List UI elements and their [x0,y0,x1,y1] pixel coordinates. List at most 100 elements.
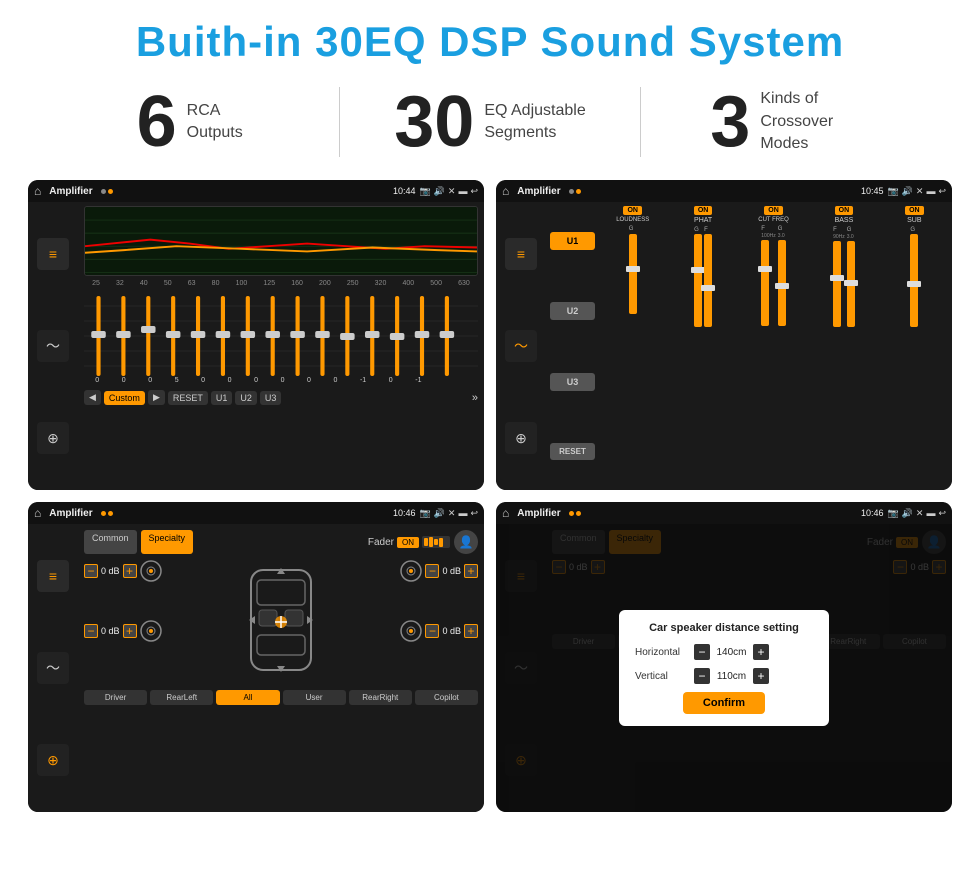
cross-channels: ON LOUDNESS G ON [599,206,948,486]
u2-button[interactable]: U2 [550,302,595,320]
fl-minus[interactable]: − [84,564,98,578]
camera-icon-cross: 📷 [887,186,898,197]
fader-bars-icon [422,536,450,548]
fader-sidebar-icon-1[interactable]: ≡ [37,560,69,592]
dialog-horizontal-row: Horizontal − 140cm + [635,644,813,660]
rr-db-value: 0 dB [442,626,461,636]
window-icon-cross: ▬ [926,186,935,197]
dialog-horizontal-plus[interactable]: + [753,644,769,660]
dialog-vertical-value: 110cm [714,671,749,682]
eq-u3-btn[interactable]: U3 [260,391,282,405]
tab-common[interactable]: Common [84,530,137,554]
btn-user[interactable]: User [283,690,346,705]
u1-button[interactable]: U1 [550,232,595,250]
stat-rca: 6 RCAOutputs [40,86,339,158]
eq-controls-row: ◀ Custom ▶ RESET U1 U2 U3 » [84,390,478,405]
rr-speaker-db: − 0 dB + [400,620,478,642]
eq-status-bar: ⌂ Amplifier 10:44 📷 🔊 ✕ ▬ ↩ [28,180,484,202]
home-icon: ⌂ [34,184,41,198]
fader-sidebar-icon-3[interactable]: ⊕ [37,744,69,776]
fr-minus[interactable]: − [425,564,439,578]
dialog-confirm-button[interactable]: Confirm [683,692,765,714]
cross-reset-btn[interactable]: RESET [550,443,595,460]
btn-copilot[interactable]: Copilot [415,690,478,705]
btn-rearright[interactable]: RearRight [349,690,412,705]
eq-sidebar-icon-3[interactable]: ⊕ [37,422,69,454]
dlg-home-icon: ⌂ [502,506,509,520]
rl-minus[interactable]: − [84,624,98,638]
eq-time: 10:44 [393,186,416,196]
eq-sidebar-icon-1[interactable]: ≡ [37,238,69,270]
close-icon-dlg: ✕ [916,508,924,519]
camera-icon: 📷 [419,186,430,197]
close-icon-fader: ✕ [448,508,456,519]
dlg-app-name: Amplifier [517,508,560,519]
cross-main-area: U1 U2 U3 RESET ON LOUDNESS G [546,202,952,490]
dlg-time: 10:46 [861,508,884,518]
btn-rearleft[interactable]: RearLeft [150,690,213,705]
volume-icon-fader: 🔊 [434,508,445,519]
btn-all[interactable]: All [216,690,279,705]
cross-sidebar-icon-1[interactable]: ≡ [505,238,537,270]
fader-sidebar-icon-2[interactable]: 〜 [37,652,69,684]
eq-reset-btn[interactable]: RESET [168,391,208,405]
cross-time: 10:45 [861,186,884,196]
ch-phat: ON PHAT G F [669,206,736,486]
stat-eq: 30 EQ AdjustableSegments [340,86,639,158]
rl-db-value: 0 dB [101,626,120,636]
eq-left-sidebar: ≡ 〜 ⊕ [28,202,78,490]
eq-screen: ⌂ Amplifier 10:44 📷 🔊 ✕ ▬ ↩ ≡ 〜 ⊕ [28,180,484,490]
car-top-view [236,560,326,680]
eq-custom-btn[interactable]: Custom [104,391,145,405]
u3-button[interactable]: U3 [550,373,595,391]
eq-play-btn[interactable]: ▶ [148,390,165,405]
dialog-overlay: Car speaker distance setting Horizontal … [496,524,952,812]
rr-plus[interactable]: + [464,624,478,638]
window-icon-fader: ▬ [458,508,467,519]
eq-sliders [84,291,478,381]
fader-profile-icon[interactable]: 👤 [454,530,478,554]
stat-desc-rca: RCAOutputs [187,100,243,145]
cross-sidebar-icon-2[interactable]: 〜 [505,330,537,362]
bottom-buttons-row: Driver RearLeft All User RearRight Copil… [84,690,478,705]
btn-driver[interactable]: Driver [84,690,147,705]
dialog-box: Car speaker distance setting Horizontal … [619,610,829,726]
fr-plus[interactable]: + [464,564,478,578]
fl-plus[interactable]: + [123,564,137,578]
rl-speaker-db: − 0 dB + [84,620,232,642]
tab-specialty[interactable]: Specialty [141,530,194,554]
eq-app-name: Amplifier [49,186,92,197]
eq-graph [84,206,478,276]
fader-main-area: Common Specialty Fader ON [78,524,484,812]
eq-prev-btn[interactable]: ◀ [84,390,101,405]
page-title: Buith-in 30EQ DSP Sound System [0,0,980,76]
fader-label: Fader [368,537,394,548]
window-icon-eq: ▬ [458,186,467,197]
camera-icon-dlg: 📷 [887,508,898,519]
volume-icon-cross: 🔊 [902,186,913,197]
dialog-vertical-minus[interactable]: − [694,668,710,684]
dialog-horizontal-label: Horizontal [635,647,690,658]
fader-status-bar: ⌂ Amplifier 10:46 📷 🔊 ✕ ▬ ↩ [28,502,484,524]
eq-u1-btn[interactable]: U1 [211,391,233,405]
dialog-horizontal-value: 140cm [714,647,749,658]
eq-u2-btn[interactable]: U2 [235,391,257,405]
fl-speaker-db: − 0 dB + [84,560,232,582]
stat-desc-eq: EQ AdjustableSegments [484,100,585,145]
window-icon-dlg: ▬ [926,508,935,519]
rl-plus[interactable]: + [123,624,137,638]
stat-desc-crossover: Kinds ofCrossover Modes [760,88,870,155]
fader-app-name: Amplifier [49,508,92,519]
close-icon-cross: ✕ [916,186,924,197]
eq-sidebar-icon-2[interactable]: 〜 [37,330,69,362]
rr-minus[interactable]: − [425,624,439,638]
fader-on-badge: ON [397,537,419,548]
dialog-horizontal-minus[interactable]: − [694,644,710,660]
dialog-title: Car speaker distance setting [635,622,813,634]
ch-loudness: ON LOUDNESS G [599,206,666,486]
eq-freq-labels: 253240506380100125160200250320400500630 [84,280,478,287]
crossover-screen: ⌂ Amplifier 10:45 📷 🔊 ✕ ▬ ↩ ≡ 〜 ⊕ [496,180,952,490]
dialog-vertical-plus[interactable]: + [753,668,769,684]
ch-cutfreq: ON CUT FREQ F 100Hz G [740,206,807,486]
cross-sidebar-icon-3[interactable]: ⊕ [505,422,537,454]
